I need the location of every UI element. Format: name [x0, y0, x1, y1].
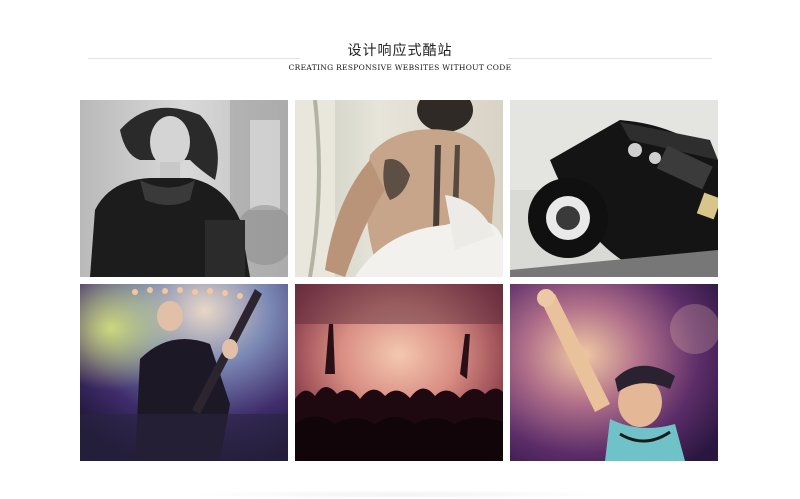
- raised-hand-fan-image: [510, 284, 718, 461]
- gallery-tile-guitarist-concert[interactable]: [80, 284, 288, 461]
- title-divider-left: [88, 58, 300, 59]
- classic-car-image: [510, 100, 718, 277]
- page-subtitle: CREATING RESPONSIVE WEBSITES WITHOUT COD…: [288, 63, 512, 72]
- woman-portrait-image: [80, 100, 288, 277]
- gallery-tile-crowd-concert[interactable]: [295, 284, 503, 461]
- gallery-tile-raised-hand-fan[interactable]: [510, 284, 718, 461]
- gallery-tile-classic-car[interactable]: [510, 100, 718, 277]
- gallery-tile-woman-portrait[interactable]: [80, 100, 288, 277]
- tattooed-back-image: [295, 100, 503, 277]
- gallery-tile-tattooed-back[interactable]: [295, 100, 503, 277]
- page-title: 设计响应式酷站: [347, 43, 453, 59]
- guitarist-concert-image: [80, 284, 288, 461]
- title-divider-right: [508, 58, 712, 59]
- photo-gallery: [80, 100, 718, 462]
- page-header: 设计响应式酷站 CREATING RESPONSIVE WEBSITES WIT…: [0, 0, 800, 80]
- crowd-concert-image: [295, 284, 503, 461]
- footer-shadow: [180, 490, 620, 499]
